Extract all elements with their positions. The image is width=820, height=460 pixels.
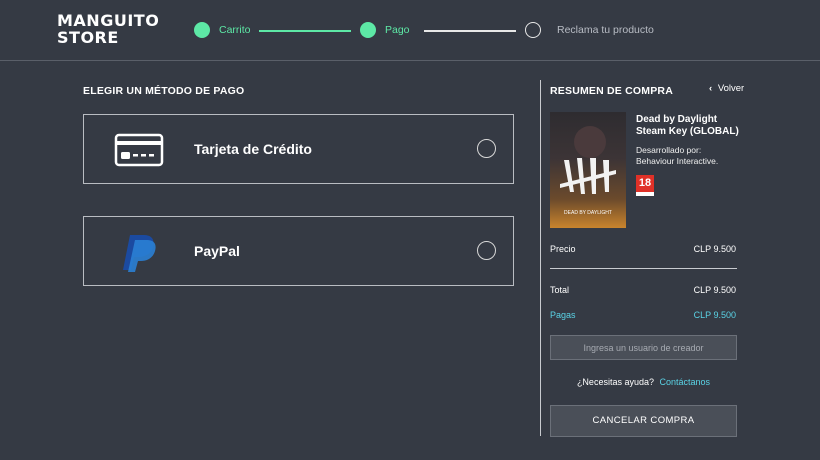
developer-label: Desarrollado por: (636, 145, 702, 155)
age-rating-badge: 18 (636, 175, 654, 196)
credit-card-label: Tarjeta de Crédito (194, 141, 312, 157)
developer-name: Behaviour Interactive. (636, 156, 719, 166)
payment-option-paypal[interactable]: PayPal (83, 216, 514, 286)
store-logo[interactable]: MANGUITO STORE (57, 12, 159, 46)
total-value: CLP 9.500 (693, 285, 736, 295)
logo-line-1: MANGUITO (57, 11, 160, 30)
step-cart-label: Carrito (219, 24, 251, 36)
help-row: ¿Necesitas ayuda? Contáctanos (550, 377, 737, 387)
age-rating-value: 18 (638, 177, 652, 189)
summary-title: RESUMEN DE COMPRA (550, 85, 673, 97)
paypal-radio[interactable] (477, 241, 496, 260)
payment-method-title: ELEGIR UN MÉTODO DE PAGO (83, 85, 245, 97)
game-title: Dead by Daylight Steam Key (GLOBAL) (636, 114, 739, 137)
logo-line-2: STORE (57, 28, 119, 47)
price-label: Precio (550, 244, 576, 254)
help-text: ¿Necesitas ayuda? (576, 377, 654, 387)
step-connector-2 (424, 30, 516, 32)
paypal-icon (123, 235, 156, 272)
chevron-left-icon: ‹ (709, 83, 713, 94)
step-claim-label: Reclama tu producto (557, 24, 654, 36)
pay-amount-label: Pagas (550, 310, 576, 320)
step-cart-dot (194, 22, 210, 38)
paypal-label: PayPal (194, 243, 240, 259)
cancel-purchase-button[interactable]: CANCELAR COMPRA (550, 405, 737, 437)
credit-card-radio[interactable] (477, 139, 496, 158)
payment-option-credit-card[interactable]: Tarjeta de Crédito (83, 114, 514, 184)
step-payment-dot (360, 22, 376, 38)
back-link[interactable]: ‹ Volver (709, 83, 744, 94)
step-payment-label: Pago (385, 24, 410, 36)
step-connector-1 (259, 30, 351, 32)
credit-card-icon (114, 133, 164, 167)
pay-amount-value: CLP 9.500 (693, 310, 736, 320)
step-claim-dot (525, 22, 541, 38)
header-bar: MANGUITO STORE Carrito Pago Reclama tu p… (0, 0, 820, 61)
total-label: Total (550, 285, 570, 295)
vertical-divider (540, 80, 541, 436)
game-cover-text: DEAD BY DAYLIGHT (564, 210, 612, 216)
summary-separator (550, 268, 737, 269)
contact-link[interactable]: Contáctanos (660, 377, 711, 387)
back-label: Volver (717, 83, 745, 94)
price-value: CLP 9.500 (693, 244, 736, 254)
game-cover-image: DEAD BY DAYLIGHT (550, 112, 626, 228)
developer-info: Desarrollado por: Behaviour Interactive. (636, 145, 746, 167)
creator-username-input[interactable] (550, 335, 737, 360)
